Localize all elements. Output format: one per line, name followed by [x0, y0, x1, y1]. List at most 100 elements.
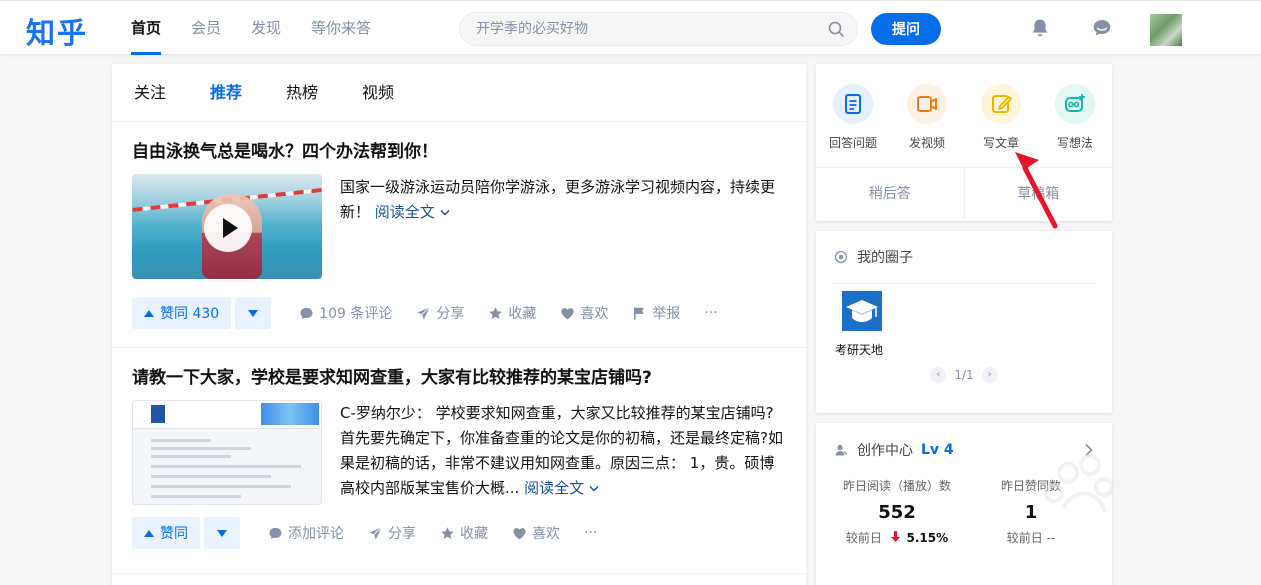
downvote-button[interactable] — [235, 297, 272, 329]
top-header: 知乎 首页 会员 发现 等你来答 提问 — [0, 0, 1261, 55]
downvote-arrow-icon — [248, 310, 259, 317]
report-button[interactable]: 举报 — [632, 303, 680, 323]
nav-home[interactable]: 首页 — [131, 1, 162, 55]
article-thumbnail[interactable] — [132, 400, 322, 505]
baidu-watermark-icon — [1044, 454, 1114, 513]
answer-question-label: 回答问题 — [828, 136, 877, 150]
feed-item-title[interactable]: 自由泳换气总是喝水？四个办法帮到你！ — [132, 122, 786, 164]
ask-question-button[interactable]: 提问 — [871, 13, 941, 45]
more-options-button[interactable]: ··· — [584, 525, 597, 541]
feed-item-actions: 赞同 430 109 条评论 分享 收藏 喜欢 举报 ··· — [132, 285, 786, 341]
circles-pager: ‹ 1/1 › — [816, 367, 1112, 383]
feed-item-title[interactable]: 请教一下大家，学校是要求知网查重，大家有比较推荐的某宝店铺吗? — [132, 348, 786, 390]
next-page-button[interactable]: › — [981, 367, 998, 383]
nav-waiting-answers[interactable]: 等你来答 — [311, 1, 371, 55]
answer-icon — [833, 84, 873, 124]
feed-item-actions: 赞同 添加评论 分享 收藏 喜欢 ··· — [132, 505, 786, 561]
graduation-cap-icon — [842, 291, 882, 331]
annotation-arrow-icon — [1015, 152, 1058, 229]
like-button[interactable]: 喜欢 — [560, 303, 608, 323]
main-nav: 首页 会员 发现 等你来答 — [131, 1, 401, 55]
circle-name: 考研天地 — [834, 343, 883, 357]
read-more-link[interactable]: 阅读全文 — [375, 203, 450, 221]
heart-icon — [561, 307, 574, 319]
upvote-arrow-icon — [144, 309, 154, 317]
share-icon — [369, 526, 382, 540]
yesterday-reads-stat: 昨日阅读（播放）数 552 较前日 5.15% — [830, 477, 964, 546]
pen-icon — [981, 84, 1021, 124]
thumb-doc-banner — [261, 403, 319, 425]
arrow-down-icon — [890, 531, 900, 542]
more-options-button[interactable]: ··· — [704, 305, 717, 321]
like-button[interactable]: 喜欢 — [512, 523, 560, 543]
post-video-label: 发视频 — [908, 136, 945, 150]
tab-recommend[interactable]: 推荐 — [210, 64, 242, 121]
stat-compare: 较前日 5.15% — [845, 531, 949, 545]
share-icon — [417, 306, 431, 320]
user-avatar[interactable] — [1150, 14, 1182, 46]
comment-icon — [269, 527, 282, 539]
thumb-doc-logo — [151, 405, 165, 423]
search-input[interactable] — [476, 13, 816, 45]
creator-level-badge: Lv 4 — [921, 442, 954, 458]
circles-title: 我的圈子 — [857, 250, 913, 266]
feed-card: 关注 推荐 热榜 视频 自由泳换气总是喝水？四个办法帮到你！ 国家一级游泳运动员… — [112, 64, 806, 585]
zhihu-logo[interactable]: 知乎 — [26, 10, 88, 52]
circle-target-icon — [834, 250, 848, 264]
circles-header: 我的圈子 — [816, 231, 1112, 283]
collect-button[interactable]: 收藏 — [488, 303, 536, 323]
stat-value: 552 — [878, 502, 916, 523]
creator-person-icon — [835, 444, 847, 456]
star-icon — [489, 306, 503, 319]
stat-label: 昨日阅读（播放）数 — [842, 479, 951, 493]
bell-icon[interactable] — [1029, 17, 1051, 39]
downvote-button[interactable] — [204, 517, 240, 549]
collect-button[interactable]: 收藏 — [440, 523, 488, 543]
answer-later-button[interactable]: 稍后答 — [816, 168, 964, 220]
upvote-arrow-icon — [144, 529, 154, 537]
video-camera-icon — [907, 84, 947, 124]
tab-following[interactable]: 关注 — [134, 64, 166, 121]
write-idea-label: 写想法 — [1056, 136, 1093, 150]
circle-item[interactable]: 考研天地 — [835, 291, 886, 358]
add-comment-button[interactable]: 添加评论 — [268, 523, 344, 543]
comment-button[interactable]: 109 条评论 — [299, 303, 392, 323]
share-button[interactable]: 分享 — [368, 523, 416, 543]
thumb-doc-line — [151, 447, 251, 450]
chevron-down-icon — [440, 209, 450, 216]
write-article-label: 写文章 — [982, 136, 1019, 150]
thumb-doc-line — [151, 495, 241, 498]
feed-tabs: 关注 推荐 热榜 视频 — [112, 64, 806, 122]
nav-explore[interactable]: 发现 — [251, 1, 281, 55]
pager-text: 1/1 — [954, 368, 974, 382]
video-thumbnail[interactable] — [132, 174, 322, 279]
heart-icon — [513, 527, 526, 539]
upvote-button[interactable]: 赞同 — [132, 517, 200, 549]
creator-card: 回答问题 发视频 写文章 写想法 稍后答 草稿箱 — [816, 64, 1112, 221]
prev-page-button[interactable]: ‹ — [930, 367, 947, 383]
my-circles-card: 我的圈子 考研天地 ‹ 1/1 › — [816, 231, 1112, 413]
divider — [834, 283, 1094, 284]
chevron-down-icon — [589, 485, 599, 492]
downvote-arrow-icon — [217, 530, 227, 537]
nav-vip[interactable]: 会员 — [191, 1, 221, 55]
thumb-doc-line — [151, 455, 231, 458]
feed-item-excerpt[interactable]: 国家一级游泳运动员陪你学游泳，更多游泳学习视频内容，持续更新！ 阅读全文 — [340, 174, 786, 279]
play-icon[interactable] — [204, 204, 252, 252]
answer-question-action[interactable]: 回答问题 — [816, 64, 890, 167]
thumb-doc-header — [133, 401, 321, 429]
tab-video[interactable]: 视频 — [362, 64, 394, 121]
feed-item-excerpt[interactable]: C-罗纳尔少： 学校要求知网查重，大家又比较推荐的某宝店铺吗?首先要先确定下，你… — [340, 400, 786, 505]
read-more-link[interactable]: 阅读全文 — [524, 479, 599, 497]
upvote-button[interactable]: 赞同 430 — [132, 297, 232, 329]
star-icon — [441, 526, 454, 539]
search-icon[interactable] — [827, 20, 845, 38]
share-button[interactable]: 分享 — [416, 303, 464, 323]
idea-icon — [1055, 84, 1095, 124]
tab-hot-list[interactable]: 热榜 — [286, 64, 318, 121]
feed-item: 自由泳换气总是喝水？四个办法帮到你！ 国家一级游泳运动员陪你学游泳，更多游泳学习… — [112, 122, 806, 348]
creation-center-title: 创作中心 — [857, 443, 913, 459]
message-icon[interactable] — [1091, 17, 1113, 39]
post-video-action[interactable]: 发视频 — [890, 64, 964, 167]
thumb-doc-line — [151, 465, 301, 468]
